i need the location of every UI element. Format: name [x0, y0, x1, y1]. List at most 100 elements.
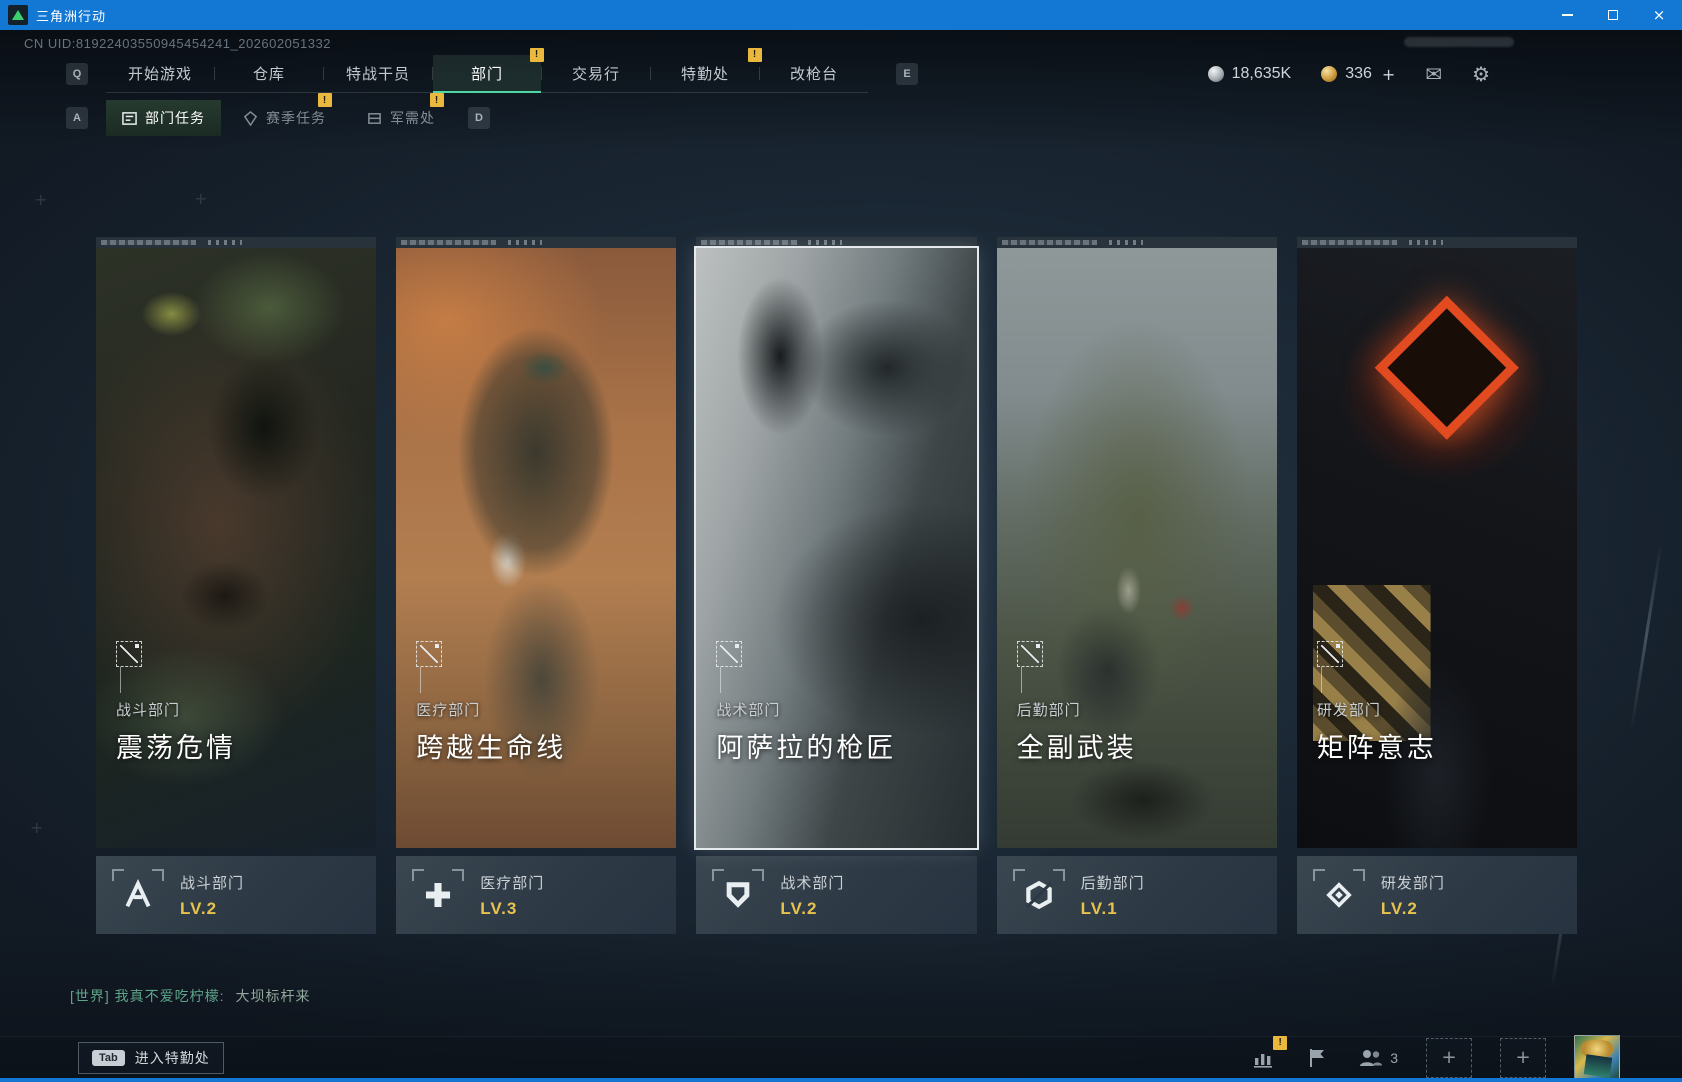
chat-message: [世界] 我真不爱吃柠檬: 大坝标杆来	[70, 986, 310, 1006]
alert-badge: !	[748, 47, 762, 62]
logistics-card-image: 后勤部门 全副武装	[996, 248, 1277, 848]
rnd-card-image: 研发部门 矩阵意志	[1296, 248, 1578, 848]
key-hint-d: D	[468, 107, 490, 129]
empty-team-slot[interactable]: +	[1426, 1037, 1472, 1078]
maximize-icon	[1608, 10, 1618, 20]
connector-line	[1320, 667, 1322, 693]
logistics-level-panel[interactable]: 后勤部门 LV.1	[996, 856, 1277, 934]
chat-text: 大坝标杆来	[235, 988, 311, 1004]
sub-nav: A 部门任务 赛季任务 ! 军需处 ! D	[66, 93, 490, 136]
medical-department-icon	[412, 869, 465, 921]
crosshair-decoration: +	[34, 190, 48, 209]
alert-badge: !	[318, 93, 332, 107]
crate-icon	[368, 112, 381, 124]
stats-button[interactable]: !	[1250, 1035, 1288, 1071]
card-header-decoration	[96, 237, 377, 248]
flag-icon	[1310, 1048, 1325, 1067]
rnd-level-panel[interactable]: 研发部门 LV.2	[1296, 856, 1578, 934]
subtab-season-tasks[interactable]: 赛季任务 !	[227, 93, 342, 136]
expand-icon[interactable]	[716, 641, 743, 667]
team-button[interactable]: 3	[1358, 1046, 1398, 1070]
tactical-department-icon	[712, 869, 765, 921]
level-panel-department: 战斗部门	[180, 874, 245, 892]
bottom-bar: Tab 进入特勤处 ! 3 + +	[0, 1034, 1682, 1081]
subtab-department-tasks[interactable]: 部门任务	[106, 100, 221, 136]
connector-line	[720, 667, 722, 693]
logistics-department-icon	[1012, 869, 1065, 921]
silver-currency[interactable]: 18,635K	[1207, 65, 1291, 83]
key-hint-q: Q	[66, 63, 88, 85]
tab-gunsmith[interactable]: 改枪台	[760, 55, 868, 93]
maximize-button[interactable]	[1590, 0, 1636, 30]
tactical-level-panel[interactable]: 战术部门 LV.2	[696, 856, 977, 934]
medical-level-panel[interactable]: 医疗部门 LV.3	[396, 856, 677, 934]
connector-line	[120, 667, 121, 693]
crosshair-decoration: +	[30, 818, 44, 837]
card-medical-department[interactable]: 医疗部门 跨越生命线 医疗部门 LV.3	[396, 237, 677, 934]
team-count: 3	[1390, 1049, 1398, 1066]
connector-line	[1020, 667, 1022, 693]
tab-market[interactable]: 交易行	[542, 55, 650, 93]
card-header-decoration	[396, 237, 677, 248]
alert-badge: !	[430, 93, 444, 107]
chat-sender: 我真不爱吃柠檬:	[114, 988, 225, 1004]
level-value: LV.2	[780, 898, 818, 918]
card-combat-department[interactable]: 战斗部门 震荡危情 战斗部门 LV.2	[96, 237, 377, 934]
card-department-label: 研发部门	[1316, 702, 1381, 719]
empty-team-slot[interactable]: +	[1500, 1037, 1546, 1078]
card-mission-title: 跨越生命线	[416, 733, 567, 763]
player-avatar[interactable]	[1574, 1034, 1620, 1081]
level-panel-department: 医疗部门	[480, 874, 545, 892]
expand-icon[interactable]	[416, 641, 443, 667]
settings-gear-button[interactable]: ⚙	[1472, 62, 1490, 86]
rnd-department-icon	[1312, 869, 1365, 921]
card-mission-title: 矩阵意志	[1316, 733, 1437, 763]
level-panel-department: 战术部门	[780, 874, 845, 892]
gold-coin-icon	[1321, 66, 1338, 82]
enter-special-service-button[interactable]: Tab 进入特勤处	[78, 1041, 224, 1074]
gold-currency[interactable]: 336 +	[1321, 65, 1395, 84]
tab-departments[interactable]: 部门 !	[433, 47, 544, 93]
bar-chart-icon	[1254, 1053, 1273, 1068]
mail-button[interactable]: ✉	[1425, 62, 1442, 86]
combat-level-panel[interactable]: 战斗部门 LV.2	[96, 856, 377, 934]
report-button[interactable]	[1304, 1045, 1330, 1071]
team-icon	[1360, 1049, 1383, 1066]
department-cards: 战斗部门 震荡危情 战斗部门 LV.2 医疗部门 跨越生命线 医疗部门 LV.3…	[96, 237, 1578, 934]
card-logistics-department[interactable]: 后勤部门 全副武装 后勤部门 LV.1	[996, 237, 1277, 934]
level-value: LV.1	[1080, 898, 1118, 918]
tab-warehouse[interactable]: 仓库	[215, 55, 323, 93]
expand-icon[interactable]	[1016, 641, 1043, 667]
level-panel-department: 后勤部门	[1080, 874, 1145, 892]
card-rnd-department[interactable]: 研发部门 矩阵意志 研发部门 LV.2	[1296, 237, 1578, 934]
tactical-card-image: 战术部门 阿萨拉的枪匠	[696, 248, 977, 848]
level-value: LV.3	[480, 898, 518, 918]
level-value: LV.2	[1380, 898, 1418, 918]
combat-card-image: 战斗部门 震荡危情	[96, 248, 377, 848]
level-value: LV.2	[180, 898, 218, 918]
expand-icon[interactable]	[116, 641, 142, 667]
card-department-label: 战术部门	[716, 702, 781, 719]
minimize-button[interactable]	[1544, 0, 1590, 30]
account-uid: CN UID:81922403550945454241_202602051332	[24, 36, 331, 51]
card-department-label: 医疗部门	[416, 702, 481, 719]
expand-icon[interactable]	[1316, 641, 1343, 667]
chat-channel: [世界]	[70, 988, 110, 1004]
main-nav: Q 开始游戏 仓库 特战干员 部门 ! 交易行 特勤处 ! 改枪台 E	[66, 47, 918, 93]
card-department-label: 战斗部门	[116, 702, 181, 719]
app-logo-icon	[8, 5, 28, 25]
card-overlay: 后勤部门 全副武装	[1016, 641, 1137, 765]
tab-start-game[interactable]: 开始游戏	[106, 55, 214, 93]
add-currency-button[interactable]: +	[1382, 65, 1395, 84]
close-button[interactable]: ×	[1636, 0, 1682, 30]
level-panel-department: 研发部门	[1380, 874, 1445, 892]
card-overlay: 研发部门 矩阵意志	[1316, 641, 1437, 765]
subtab-quartermaster[interactable]: 军需处 !	[348, 93, 454, 136]
tab-special-service[interactable]: 特勤处 !	[651, 47, 762, 93]
card-mission-title: 阿萨拉的枪匠	[716, 733, 897, 763]
card-overlay: 战术部门 阿萨拉的枪匠	[716, 641, 896, 765]
tab-operators[interactable]: 特战干员	[324, 55, 432, 93]
card-tactical-department[interactable]: 战术部门 阿萨拉的枪匠 战术部门 LV.2	[696, 237, 977, 934]
top-right-bar: 18,635K 336 + ✉ ⚙	[1207, 55, 1490, 93]
card-department-label: 后勤部门	[1016, 702, 1081, 719]
